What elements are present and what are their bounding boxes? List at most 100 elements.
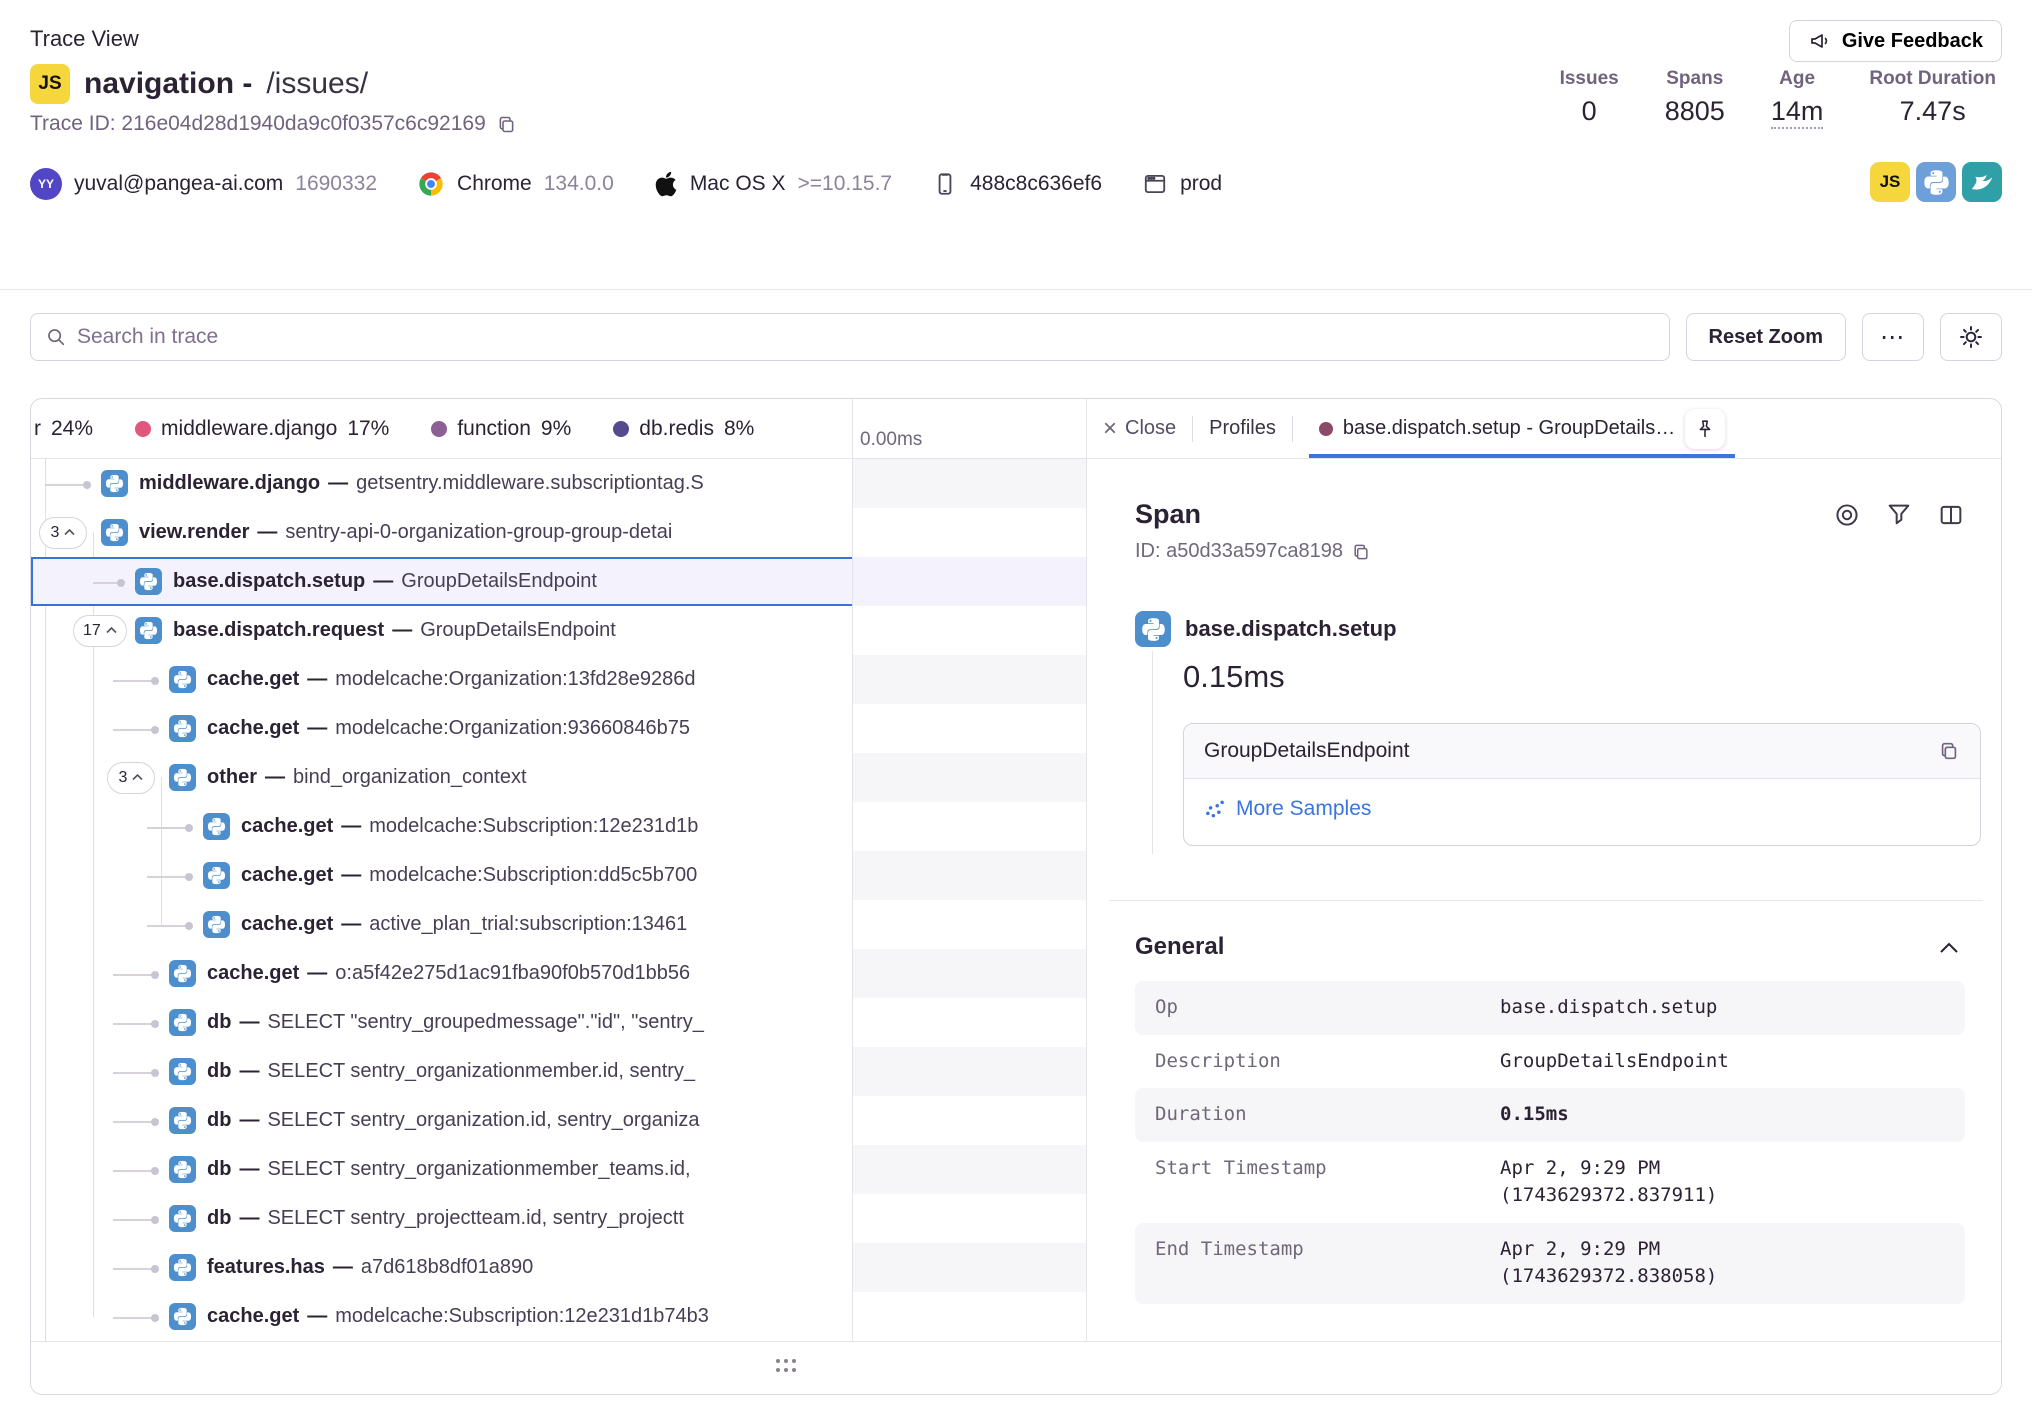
timeline-cell[interactable] [852, 606, 1086, 655]
search-input[interactable] [77, 325, 1655, 349]
timeline-cell[interactable] [852, 851, 1086, 900]
filter-icon[interactable] [1885, 501, 1913, 529]
python-icon [169, 1303, 196, 1330]
focus-span-icon[interactable] [1833, 501, 1861, 529]
legend-item-db-redis[interactable]: db.redis 8% [613, 417, 754, 441]
python-icon [169, 1058, 196, 1085]
span-op-name: base.dispatch.setup [1185, 616, 1397, 642]
legend-dot [613, 421, 629, 437]
reset-zoom-button[interactable]: Reset Zoom [1686, 313, 1846, 361]
settings-button[interactable] [1940, 313, 2002, 361]
section-divider [1109, 900, 1983, 901]
table-row[interactable]: cache.get—modelcache:Subscription:12e231… [31, 802, 1086, 851]
samples-scatter-icon [1204, 798, 1226, 820]
timeline-cell[interactable] [852, 998, 1086, 1047]
span-heading: Span [1135, 499, 1201, 530]
environment-name: prod [1180, 172, 1222, 196]
tree-connector [147, 925, 189, 927]
timeline-cell[interactable] [852, 1047, 1086, 1096]
autogroup-badge[interactable]: 17 [73, 615, 127, 647]
timeline-cell[interactable] [852, 557, 1086, 606]
python-icon [203, 813, 230, 840]
table-row[interactable]: db—SELECT sentry_organizationmember.id, … [31, 1047, 1086, 1096]
tree-connector [113, 1219, 155, 1221]
more-samples-link[interactable]: More Samples [1204, 797, 1371, 821]
tree-connector [113, 1170, 155, 1172]
table-row[interactable]: cache.get—modelcache:Organization:13fd28… [31, 655, 1086, 704]
timeline-cell[interactable] [852, 1194, 1086, 1243]
table-row[interactable]: cache.get—modelcache:Organization:936608… [31, 704, 1086, 753]
pin-tab-button[interactable] [1685, 409, 1725, 449]
tree-connector [147, 827, 189, 829]
python-icon [169, 764, 196, 791]
collapse-chevron-icon[interactable] [1939, 941, 1959, 954]
table-row[interactable]: db—SELECT sentry_organization.id, sentry… [31, 1096, 1086, 1145]
table-row-selected[interactable]: base.dispatch.setup—GroupDetailsEndpoint [31, 557, 1086, 606]
table-row: Duration 0.15ms [1135, 1088, 1965, 1142]
table-row[interactable]: cache.get—active_plan_trial:subscription… [31, 900, 1086, 949]
timeline-cell[interactable] [852, 1145, 1086, 1194]
autogroup-badge[interactable]: 3 [39, 517, 87, 549]
table-row: End Timestamp Apr 2, 9:29 PM(1743629372.… [1135, 1223, 1965, 1304]
timeline-cell[interactable] [852, 1096, 1086, 1145]
copy-description-icon[interactable] [1938, 740, 1960, 762]
timeline-cell[interactable] [852, 802, 1086, 851]
table-row: Op base.dispatch.setup [1135, 981, 1965, 1035]
table-row[interactable]: db—SELECT sentry_projectteam.id, sentry_… [31, 1194, 1086, 1243]
python-icon [135, 568, 162, 595]
age-value[interactable]: 14m [1771, 96, 1824, 129]
tree-connector [113, 1072, 155, 1074]
tab-span-details[interactable]: base.dispatch.setup - GroupDetails… [1309, 399, 1735, 458]
timeline-tick-label: 0.00ms [860, 429, 922, 451]
table-row[interactable]: db—SELECT sentry_organizationmember_team… [31, 1145, 1086, 1194]
span-type-dot [1319, 422, 1333, 436]
table-row[interactable]: 3 other—bind_organization_context [31, 753, 1086, 802]
tree-connector [113, 1268, 155, 1270]
tree-connector [113, 729, 155, 731]
python-platform-icon [1916, 162, 1956, 202]
timeline-cell[interactable] [852, 704, 1086, 753]
table-row[interactable]: cache.get—modelcache:Subscription:12e231… [31, 1292, 1086, 1341]
split-view-icon[interactable] [1937, 501, 1965, 529]
table-row[interactable]: db—SELECT "sentry_groupedmessage"."id", … [31, 998, 1086, 1047]
browser-name: Chrome [457, 172, 532, 196]
table-row[interactable]: cache.get—o:a5f42e275d1ac91fba90f0b570d1… [31, 949, 1086, 998]
resize-drag-handle[interactable] [776, 1359, 800, 1377]
table-row[interactable]: 3 view.render—sentry-api-0-organization-… [31, 508, 1086, 557]
timeline-cell[interactable] [852, 753, 1086, 802]
tree-connector [113, 1121, 155, 1123]
general-table: Op base.dispatch.setup Description Group… [1135, 981, 1965, 1304]
table-row[interactable]: features.has—a7d618b8df01a890 [31, 1243, 1086, 1292]
timeline-cell[interactable] [852, 459, 1086, 508]
tab-profiles[interactable]: Profiles [1209, 417, 1276, 440]
device-meta: 488c8c636ef6 [932, 171, 1102, 197]
timeline-cell[interactable] [852, 508, 1086, 557]
python-icon [101, 519, 128, 546]
more-options-button[interactable]: ⋯ [1862, 313, 1924, 361]
stat-spans: Spans 8805 [1665, 68, 1725, 129]
close-panel-button[interactable]: × Close [1103, 415, 1176, 443]
chrome-icon [417, 170, 445, 198]
autogroup-badge[interactable]: 3 [107, 762, 155, 794]
trace-id: Trace ID: 216e04d28d1940da9c0f0357c6c921… [30, 112, 517, 136]
table-row[interactable]: 17 base.dispatch.request—GroupDetailsEnd… [31, 606, 1086, 655]
give-feedback-button[interactable]: Give Feedback [1789, 20, 2002, 62]
timeline-cell[interactable] [852, 949, 1086, 998]
timeline-cell[interactable] [852, 900, 1086, 949]
legend-item-middleware-django[interactable]: middleware.django 17% [135, 417, 389, 441]
timeline-cell[interactable] [852, 1243, 1086, 1292]
search-icon [45, 326, 67, 348]
copy-trace-id-icon[interactable] [496, 114, 517, 135]
drawer-footer [31, 1341, 2001, 1394]
table-row[interactable]: middleware.django—getsentry.middleware.s… [31, 459, 1086, 508]
legend-item-function[interactable]: function 9% [431, 417, 571, 441]
table-row[interactable]: cache.get—modelcache:Subscription:dd5c5b… [31, 851, 1086, 900]
copy-span-id-icon[interactable] [1351, 542, 1371, 562]
timeline-cell[interactable] [852, 655, 1086, 704]
legend-item-clipped[interactable]: r 24% [34, 417, 93, 441]
wing-platform-icon [1962, 162, 2002, 202]
timeline-cell[interactable] [852, 1292, 1086, 1341]
trace-title-op: navigation - [84, 67, 252, 101]
trace-waterfall-container: r 24% middleware.django 17% function 9% … [30, 398, 2002, 1395]
megaphone-icon [1808, 29, 1832, 53]
